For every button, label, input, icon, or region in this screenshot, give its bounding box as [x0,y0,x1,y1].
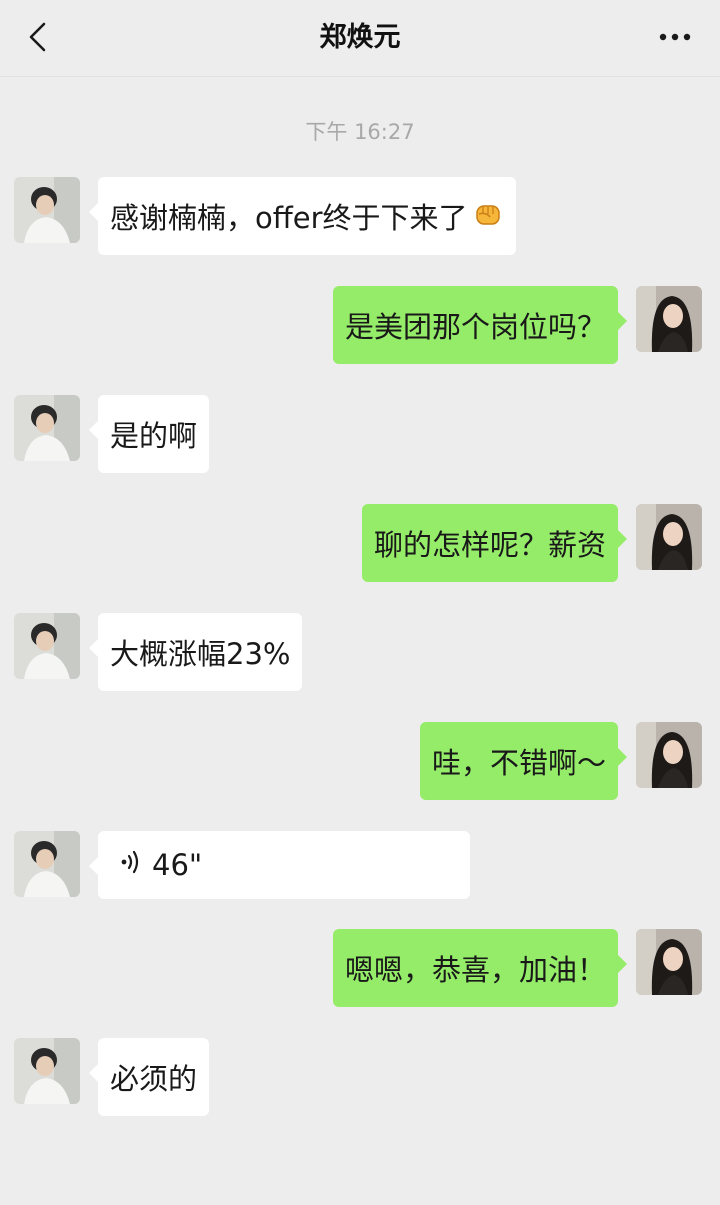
contact-avatar[interactable] [14,613,80,679]
chat-title: 郑焕元 [319,22,401,53]
message-bubble[interactable]: 哇，不错啊～ [419,722,628,800]
message-text: 嗯嗯，恭喜，加油！ [344,953,606,987]
message-bubble[interactable]: 感谢楠楠，offer终于下来了 [89,177,516,255]
message-text: 必须的 [110,1062,198,1096]
more-dots-icon [659,33,691,41]
message-bubble[interactable]: 嗯嗯，恭喜，加油！ [332,929,628,1007]
message-text: 哇，不错啊～ [431,746,606,780]
message-bubble[interactable]: 大概涨幅23% [88,613,303,691]
my-avatar[interactable] [636,286,702,352]
message-text: 是的啊 [110,419,198,453]
message-text: 大概涨幅23% [110,637,291,671]
message-text: 感谢楠楠，offer终于下来了 [110,201,468,235]
fist-emoji-icon [472,197,504,236]
message-bubble[interactable]: 必须的 [88,1038,210,1116]
timestamp: 下午 16:27 [305,120,415,144]
more-button[interactable] [650,20,700,54]
voice-duration: 46" [152,848,203,882]
message-text: 聊的怎样呢？薪资 [373,528,606,562]
chat-header: 郑焕元 [0,0,720,77]
message-bubble[interactable]: 是的啊 [88,395,210,473]
my-avatar[interactable] [636,929,702,995]
message-bubble[interactable]: 聊的怎样呢？薪资 [361,504,628,582]
message-text: 是美团那个岗位吗？ [344,310,606,344]
my-avatar[interactable] [636,722,702,788]
contact-avatar[interactable] [14,831,80,897]
contact-avatar[interactable] [14,177,80,243]
message-bubble[interactable]: 是美团那个岗位吗？ [332,286,628,364]
contact-avatar[interactable] [14,395,80,461]
my-avatar[interactable] [636,504,702,570]
voice-message-bubble[interactable]: 46" [89,831,470,899]
contact-avatar[interactable] [14,1038,80,1104]
voice-wave-icon [120,848,142,882]
